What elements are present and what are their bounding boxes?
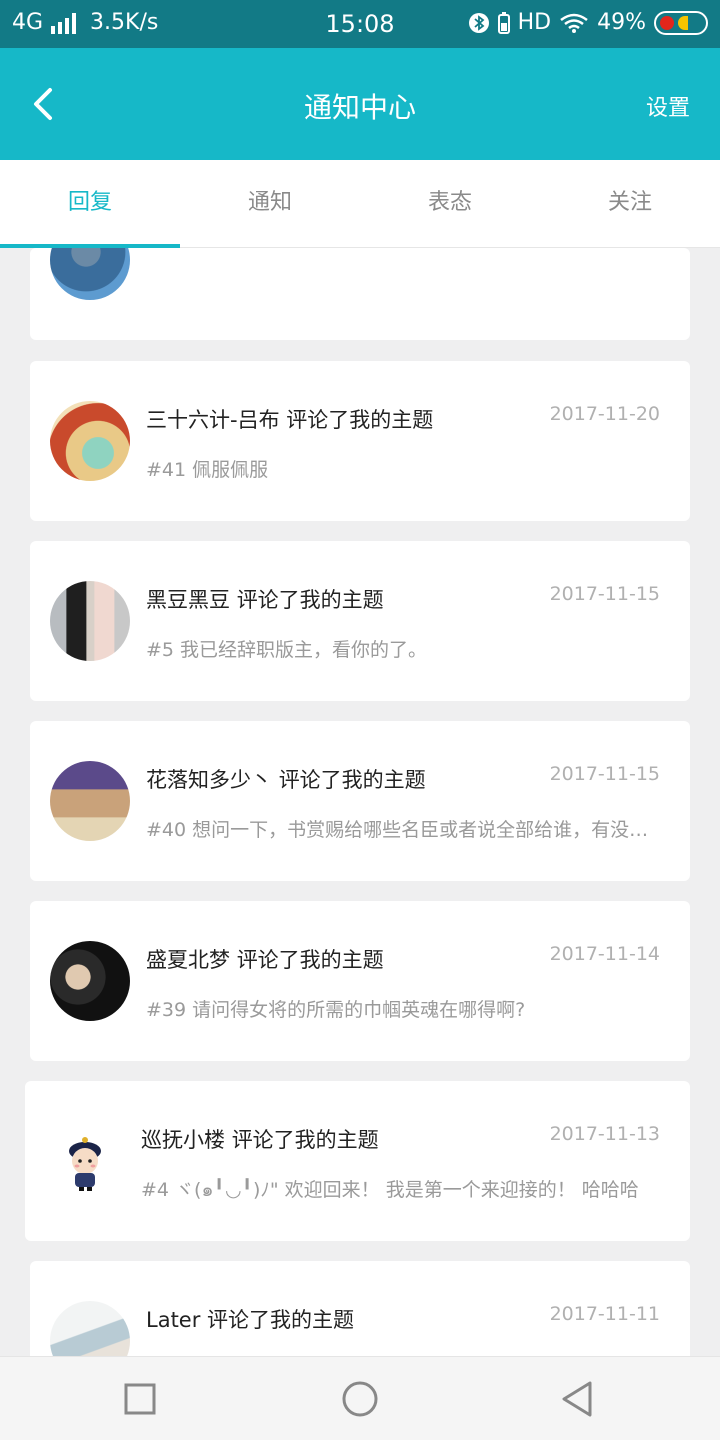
list-item-partial[interactable] — [30, 248, 690, 340]
action-text: 评论了我的主题 — [278, 768, 426, 792]
list-item[interactable]: 巡抚小楼 评论了我的主题 2017-11-13 #4 ヾ(๑╹◡╹)ﾉ" 欢迎回… — [25, 1081, 690, 1241]
tab-label: 通知 — [247, 190, 292, 215]
user-name[interactable]: 盛夏北梦 — [146, 948, 230, 972]
notification-title: 花落知多少丶 评论了我的主题 — [146, 764, 426, 794]
wifi-icon — [560, 13, 588, 33]
list-item[interactable]: 三十六计-吕布 评论了我的主题 2017-11-20 #41 佩服佩服 — [30, 361, 690, 521]
avatar — [50, 1301, 130, 1356]
action-text: 评论了我的主题 — [236, 588, 384, 612]
list-item[interactable]: 盛夏北梦 评论了我的主题 2017-11-14 #39 请问得女将的所需的巾帼英… — [30, 901, 690, 1061]
recent-apps-icon[interactable] — [120, 1379, 160, 1419]
avatar — [50, 401, 130, 481]
action-text: 评论了我的主题 — [207, 1308, 355, 1332]
notification-title: 巡抚小楼 评论了我的主题 — [141, 1124, 379, 1154]
notification-date: 2017-11-15 — [549, 583, 660, 605]
tab-label: 表态 — [427, 190, 472, 215]
list-item[interactable]: 花落知多少丶 评论了我的主题 2017-11-15 #40 想问一下，书赏赐给哪… — [30, 721, 690, 881]
nav-bar: 通知中心 设置 — [0, 48, 720, 160]
battery-small-icon — [497, 11, 510, 34]
notification-message: #5 我已经辞职版主，看你的了。 — [146, 639, 428, 661]
notification-date: 2017-11-11 — [549, 1303, 660, 1325]
user-name[interactable]: 三十六计-吕布 — [146, 408, 280, 432]
tab-notify[interactable]: 通知 — [180, 160, 360, 247]
status-bar: 4G 3.5K/s 15:08 HD 49% — [0, 0, 720, 48]
notification-title: 盛夏北梦 评论了我的主题 — [146, 944, 384, 974]
status-right: HD 49% — [468, 10, 708, 35]
system-nav-bar — [0, 1356, 720, 1440]
list-item[interactable]: 黑豆黑豆 评论了我的主题 2017-11-15 #5 我已经辞职版主，看你的了。 — [30, 541, 690, 701]
action-text: 评论了我的主题 — [236, 948, 384, 972]
home-icon[interactable] — [340, 1379, 380, 1419]
notification-date: 2017-11-13 — [549, 1123, 660, 1145]
page-title: 通知中心 — [303, 91, 416, 124]
back-triangle-icon[interactable] — [558, 1379, 598, 1419]
user-name[interactable]: Later — [146, 1308, 200, 1332]
avatar — [50, 941, 130, 1021]
notification-list[interactable]: 三十六计-吕布 评论了我的主题 2017-11-20 #41 佩服佩服 黑豆黑豆… — [0, 248, 720, 1356]
tab-label: 回复 — [67, 190, 112, 215]
notification-date: 2017-11-14 — [549, 943, 660, 965]
list-item[interactable]: Later 评论了我的主题 2017-11-11 — [30, 1261, 690, 1356]
user-name[interactable]: 巡抚小楼 — [141, 1128, 225, 1152]
cartoon-avatar-icon — [69, 1137, 101, 1191]
notification-title: 黑豆黑豆 评论了我的主题 — [146, 584, 384, 614]
action-text: 评论了我的主题 — [231, 1128, 379, 1152]
avatar — [50, 761, 130, 841]
tab-bar: 回复 通知 表态 关注 — [0, 160, 720, 248]
action-text: 评论了我的主题 — [286, 408, 434, 432]
notification-message: #4 ヾ(๑╹◡╹)ﾉ" 欢迎回来！ 我是第一个来迎接的！ 哈哈哈 — [141, 1179, 639, 1201]
settings-button[interactable]: 设置 — [646, 90, 690, 122]
notification-message: #39 请问得女将的所需的巾帼英魂在哪得啊? — [146, 999, 526, 1021]
notification-date: 2017-11-20 — [549, 403, 660, 425]
battery-percent: 49% — [597, 10, 646, 35]
avatar — [45, 1121, 125, 1201]
user-name[interactable]: 花落知多少丶 — [146, 768, 272, 792]
avatar — [50, 581, 130, 661]
tab-reactions[interactable]: 表态 — [360, 160, 540, 247]
tab-follow[interactable]: 关注 — [540, 160, 720, 247]
notification-message: #40 想问一下，书赏赐给哪些名臣或者说全部给谁，有没有... — [146, 819, 660, 841]
notification-date: 2017-11-15 — [549, 763, 660, 785]
tab-reply[interactable]: 回复 — [0, 160, 180, 248]
notification-title: Later 评论了我的主题 — [146, 1304, 354, 1334]
user-name[interactable]: 黑豆黑豆 — [146, 588, 230, 612]
battery-icon — [654, 10, 708, 35]
hd-label: HD — [517, 10, 552, 35]
tab-label: 关注 — [607, 190, 652, 215]
notification-title: 三十六计-吕布 评论了我的主题 — [146, 404, 433, 434]
bluetooth-icon — [468, 12, 489, 33]
notification-message: #41 佩服佩服 — [146, 459, 269, 481]
avatar — [50, 248, 130, 300]
